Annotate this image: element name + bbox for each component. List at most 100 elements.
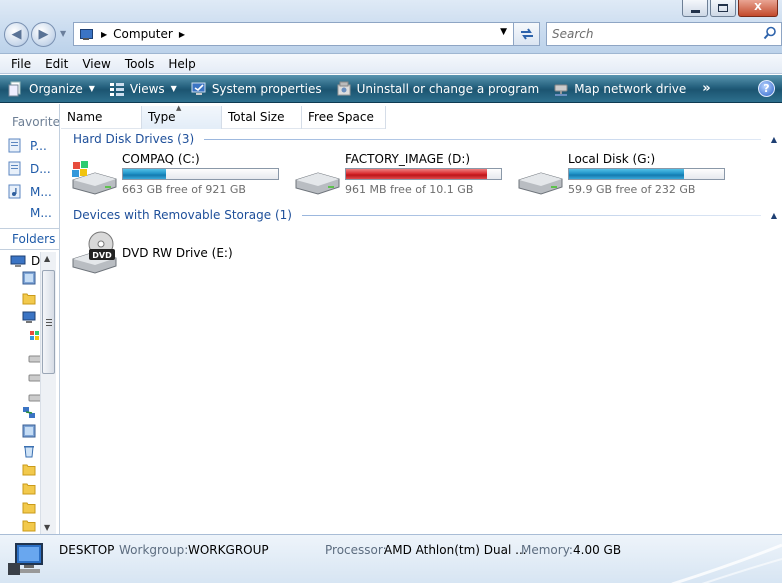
folder-icon[interactable]: [22, 291, 36, 305]
column-header-total-size[interactable]: Total Size: [222, 106, 302, 129]
system-properties-button[interactable]: System properties: [191, 81, 322, 97]
navigation-scrollbar[interactable]: ▲ ▼: [40, 252, 56, 534]
workgroup-label: Workgroup:: [119, 543, 189, 557]
favorite-link-label: D...: [30, 161, 51, 176]
uninstall-program-button[interactable]: Uninstall or change a program: [336, 81, 540, 97]
computer-icon: [79, 28, 95, 41]
back-button[interactable]: ◀: [4, 22, 29, 47]
title-bar: X ◀ ▶ ▼ ▶ Computer ▶ ▼: [0, 0, 782, 54]
uninstall-program-label: Uninstall or change a program: [356, 81, 540, 96]
favorite-links-heading: Favorite l: [12, 115, 60, 129]
folder-icon[interactable]: [22, 500, 36, 514]
memory-label: Memory:: [521, 543, 573, 557]
scroll-up-icon[interactable]: ▲: [44, 254, 50, 263]
dvd-badge: DVD: [92, 251, 112, 260]
favorite-link-documents[interactable]: D...: [8, 161, 51, 176]
address-bar[interactable]: ▶ Computer ▶ ▼: [73, 22, 540, 46]
folder-icon[interactable]: [22, 462, 36, 476]
column-header-type[interactable]: ▲ Type: [142, 104, 222, 129]
processor-label: Processor:: [325, 543, 387, 557]
forward-arrow-icon: ▶: [38, 27, 49, 42]
map-network-drive-button[interactable]: Map network drive: [553, 81, 686, 97]
chevron-down-icon: ▼: [88, 84, 95, 93]
group-hard-disk-drives[interactable]: Hard Disk Drives (3) ▲: [73, 131, 777, 147]
menu-view[interactable]: View: [75, 57, 117, 71]
menu-edit[interactable]: Edit: [38, 57, 75, 71]
refresh-button[interactable]: [513, 23, 539, 45]
minimize-icon: [690, 9, 700, 13]
system-properties-icon: [191, 82, 206, 95]
workgroup-value: WORKGROUP: [188, 543, 269, 557]
drive-free-space: 663 GB free of 921 GB: [122, 183, 246, 196]
decorative-swoosh: [671, 543, 782, 583]
drive-item-d[interactable]: FACTORY_IMAGE (D:) 961 MB free of 10.1 G…: [292, 152, 512, 200]
help-icon[interactable]: ?: [758, 80, 775, 97]
drive-item-g[interactable]: Local Disk (G:) 59.9 GB free of 232 GB: [515, 152, 735, 200]
breadcrumb-computer[interactable]: Computer: [113, 27, 173, 41]
menu-help[interactable]: Help: [161, 57, 202, 71]
network-icon[interactable]: [22, 406, 36, 420]
collapse-icon[interactable]: ▲: [771, 135, 777, 144]
breadcrumb-separator-icon[interactable]: ▶: [101, 30, 107, 39]
tree-item-desktop[interactable]: D: [10, 254, 40, 268]
folders-heading[interactable]: Folders: [0, 228, 59, 250]
organize-label: Organize: [29, 81, 83, 96]
drive-item-dvd[interactable]: DVD DVD RW Drive (E:): [69, 231, 289, 279]
collapse-icon[interactable]: ▲: [771, 211, 777, 220]
scroll-down-icon[interactable]: ▼: [44, 523, 50, 532]
recent-pages-dropdown[interactable]: ▼: [60, 29, 66, 38]
close-icon: X: [754, 2, 762, 13]
maximize-button[interactable]: [710, 0, 736, 17]
desktop-icon: [10, 255, 26, 267]
recycle-bin-icon[interactable]: [22, 444, 36, 458]
minimize-button[interactable]: [682, 0, 708, 17]
windows-hard-drive-icon: [72, 161, 117, 195]
search-icon[interactable]: [763, 26, 777, 40]
address-dropdown-icon[interactable]: ▼: [500, 27, 507, 37]
document-icon: [8, 161, 21, 176]
column-header-free-space[interactable]: Free Space: [302, 106, 386, 129]
more-commands-icon[interactable]: »: [702, 81, 710, 96]
computer-icon[interactable]: [22, 311, 36, 325]
control-panel-icon[interactable]: [22, 424, 36, 438]
drive-usage-bar: [568, 168, 725, 180]
close-button[interactable]: X: [738, 0, 778, 17]
document-icon: [8, 138, 21, 153]
music-icon: [8, 184, 21, 199]
menu-bar: File Edit View Tools Help: [0, 54, 782, 74]
organize-button[interactable]: Organize ▼: [8, 81, 95, 97]
drive-name: DVD RW Drive (E:): [122, 246, 233, 260]
column-header-name[interactable]: Name: [61, 106, 142, 129]
search-input[interactable]: [552, 27, 752, 41]
memory-value: 4.00 GB: [573, 543, 622, 557]
drive-item-c[interactable]: COMPAQ (C:) 663 GB free of 921 GB: [69, 152, 289, 200]
favorite-link-music[interactable]: M...: [8, 184, 52, 199]
computer-name: DESKTOP: [59, 543, 115, 557]
favorite-link-pictures[interactable]: P...: [8, 138, 47, 153]
map-network-drive-label: Map network drive: [574, 81, 687, 96]
maximize-icon: [718, 4, 728, 12]
group-divider: [301, 214, 761, 216]
forward-button[interactable]: ▶: [31, 22, 56, 47]
drive-name: Local Disk (G:): [568, 152, 656, 166]
navigation-pane: Favorite l P... D... M... M... Folders D…: [0, 104, 60, 534]
column-header-type-label: Type: [148, 110, 176, 124]
menu-file[interactable]: File: [4, 57, 38, 71]
views-button[interactable]: Views ▼: [109, 81, 177, 97]
drive-name: FACTORY_IMAGE (D:): [345, 152, 471, 166]
window-controls: X: [680, 0, 778, 17]
drive-usage-bar: [122, 168, 279, 180]
folder-icon[interactable]: [22, 518, 36, 532]
scrollbar-thumb[interactable]: [42, 270, 55, 374]
folder-icon[interactable]: [22, 481, 36, 495]
favorite-link-more[interactable]: M...: [30, 206, 52, 220]
breadcrumb-separator-icon[interactable]: ▶: [179, 30, 185, 39]
menu-tools[interactable]: Tools: [118, 57, 162, 71]
organize-icon: [8, 81, 21, 96]
drive-usage-fill: [569, 169, 684, 179]
drive-usage-fill: [346, 169, 488, 179]
refresh-icon: [520, 28, 533, 40]
control-panel-icon[interactable]: [22, 271, 36, 285]
group-removable-storage[interactable]: Devices with Removable Storage (1) ▲: [73, 207, 777, 223]
search-box: [546, 22, 782, 46]
